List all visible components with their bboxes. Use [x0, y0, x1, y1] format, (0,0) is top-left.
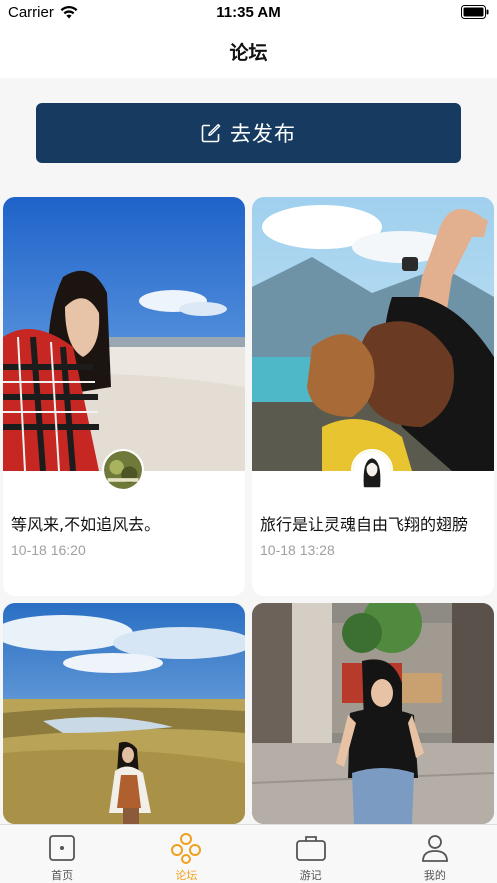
post-title: 旅行是让灵魂自由飞翔的翅膀: [260, 515, 469, 534]
tab-home[interactable]: 首页: [0, 825, 124, 883]
publish-button[interactable]: 去发布: [36, 103, 461, 163]
clock: 11:35 AM: [216, 4, 281, 21]
nav-bar: 论坛: [0, 26, 497, 78]
post-title: 等风来,不如追风去。: [11, 515, 161, 534]
post-photo: [3, 197, 245, 471]
edit-icon: [201, 123, 221, 143]
battery-icon: [461, 5, 489, 19]
post-photo: [252, 197, 494, 471]
profile-icon: [421, 835, 448, 862]
post-card[interactable]: 等风来,不如追风去。 10-18 16:20: [3, 197, 245, 596]
author-avatar: [102, 449, 144, 491]
post-card[interactable]: 旅行是让灵魂自由飞翔的翅膀 10-18 13:28: [252, 197, 494, 596]
author-avatar: [351, 449, 393, 491]
tab-travel-notes[interactable]: 游记: [249, 825, 373, 883]
page-title: 论坛: [229, 42, 268, 64]
post-date: 10-18 13:28: [260, 542, 335, 558]
briefcase-icon: [295, 836, 326, 861]
tab-label: 游记: [299, 869, 322, 882]
tab-bar: 首页 论坛 游记 我的: [0, 824, 497, 883]
tab-label: 论坛: [175, 869, 198, 882]
publish-button-label: 去发布: [230, 122, 296, 146]
post-photo: [3, 603, 245, 824]
tab-label: 首页: [51, 869, 74, 882]
post-date: 10-18 16:20: [11, 542, 86, 558]
status-bar: Carrier 11:35 AM: [0, 0, 497, 26]
home-icon: [49, 835, 76, 861]
post-card[interactable]: [3, 603, 245, 824]
tab-forum[interactable]: 论坛: [124, 825, 248, 883]
post-photo: [252, 603, 494, 824]
post-card[interactable]: [252, 603, 494, 824]
tab-label: 我的: [423, 869, 446, 882]
forum-icon: [171, 833, 202, 864]
tab-profile[interactable]: 我的: [373, 825, 497, 883]
